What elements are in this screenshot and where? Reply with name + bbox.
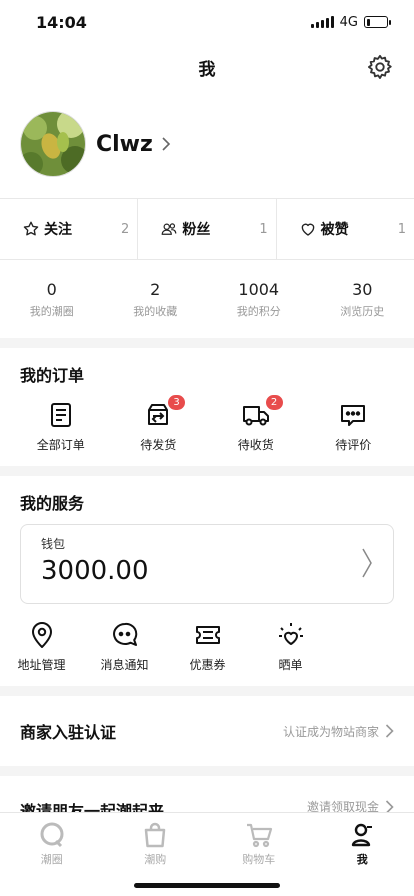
status-indicators: 4G xyxy=(310,14,391,30)
username[interactable]: Clwz xyxy=(96,132,153,157)
wallet-amount: 3000.00 xyxy=(41,556,149,586)
circle-icon xyxy=(40,822,64,848)
address-management-button[interactable]: 地址管理 xyxy=(0,620,83,673)
avatar[interactable] xyxy=(20,111,86,177)
stat-value: 1004 xyxy=(238,279,280,299)
stat-trend-circle[interactable]: 0 我的潮圈 xyxy=(0,260,104,338)
chevron-right-icon xyxy=(162,137,170,151)
stat-label: 浏览历史 xyxy=(340,304,385,318)
profile-header[interactable]: Clwz xyxy=(0,90,414,198)
location-pin-icon xyxy=(31,622,52,648)
status-time: 14:04 xyxy=(36,12,87,32)
merchant-certification-row[interactable]: 商家入驻认证 认证成为物站商家 xyxy=(0,696,414,766)
cart-icon xyxy=(246,823,272,848)
orders-title: 我的订单 xyxy=(20,366,85,385)
chevron-right-icon xyxy=(362,548,372,578)
service-label: 晒单 xyxy=(278,658,303,672)
stat-points[interactable]: 1004 我的积分 xyxy=(207,260,311,338)
user-stats: 0 我的潮圈 2 我的收藏 1004 我的积分 30 浏览历史 xyxy=(0,260,414,338)
tab-label: 购物车 xyxy=(242,853,276,866)
tab-label: 潮圈 xyxy=(40,853,63,866)
follow-label: 关注 xyxy=(44,222,72,238)
fans-count: 1 xyxy=(259,221,268,237)
tab-me[interactable]: 我 xyxy=(311,813,414,896)
services-title: 我的服务 xyxy=(20,494,85,513)
merchant-link: 认证成为物站商家 xyxy=(282,724,379,739)
coupons-button[interactable]: 优惠券 xyxy=(166,620,249,673)
services-section: 我的服务 钱包 3000.00 地址管理 消息通知 优惠券 晒单 xyxy=(0,476,414,686)
gear-icon[interactable] xyxy=(366,53,394,81)
signal-icon xyxy=(310,16,334,28)
tab-label: 潮购 xyxy=(144,853,167,866)
service-label: 消息通知 xyxy=(100,658,149,672)
battery-icon xyxy=(364,16,391,28)
service-label: 地址管理 xyxy=(17,658,66,672)
share-order-button[interactable]: 晒单 xyxy=(249,620,332,673)
stat-label: 我的潮圈 xyxy=(29,304,74,318)
order-label: 全部订单 xyxy=(36,438,85,452)
stat-value: 0 xyxy=(46,279,57,299)
stat-favorites[interactable]: 2 我的收藏 xyxy=(104,260,208,338)
social-stats: 关注 2 粉丝 1 被赞 1 xyxy=(0,198,414,260)
document-icon xyxy=(50,403,71,427)
tab-bar: 潮圈 潮购 购物车 我 xyxy=(0,812,414,896)
star-icon xyxy=(23,221,39,236)
chevron-right-icon xyxy=(385,724,394,738)
users-icon xyxy=(161,223,177,235)
home-indicator xyxy=(134,883,280,888)
heart-icon xyxy=(301,223,314,236)
order-label: 待收货 xyxy=(237,438,274,452)
order-to-ship-button[interactable]: 3 待发货 xyxy=(110,395,208,453)
page-title: 我 xyxy=(198,59,216,80)
nav-bar: 我 xyxy=(0,44,414,90)
follow-count: 2 xyxy=(121,221,130,237)
tab-trend-circle[interactable]: 潮圈 xyxy=(0,813,104,896)
tab-label: 我 xyxy=(356,853,368,866)
orders-section: 我的订单 全部订单 3 待发货 2 待收货 待评价 xyxy=(0,348,414,466)
follow-button[interactable]: 关注 2 xyxy=(0,199,139,259)
bag-icon xyxy=(145,822,166,848)
fans-label: 粉丝 xyxy=(182,222,211,238)
order-label: 待发货 xyxy=(140,438,177,452)
order-to-receive-button[interactable]: 2 待收货 xyxy=(207,395,305,453)
likes-count: 1 xyxy=(397,221,406,237)
stat-history[interactable]: 30 浏览历史 xyxy=(311,260,414,338)
merchant-title: 商家入驻认证 xyxy=(20,723,117,742)
order-label: 待评价 xyxy=(335,438,372,452)
order-badge: 2 xyxy=(265,395,283,410)
fans-button[interactable]: 粉丝 1 xyxy=(138,199,277,259)
order-badge: 3 xyxy=(168,395,185,410)
order-to-review-button[interactable]: 待评价 xyxy=(305,400,403,453)
sun-heart-icon xyxy=(278,623,303,645)
wallet-card[interactable]: 钱包 3000.00 xyxy=(20,524,394,604)
coupon-icon xyxy=(195,626,220,644)
battery-level xyxy=(366,18,371,26)
stat-value: 30 xyxy=(352,279,373,299)
service-label: 优惠券 xyxy=(189,658,226,672)
status-bar: 14:04 4G xyxy=(0,0,414,44)
stat-label: 我的积分 xyxy=(236,304,281,318)
wallet-label: 钱包 xyxy=(41,537,66,551)
avatar-image xyxy=(21,112,85,176)
order-all-button[interactable]: 全部订单 xyxy=(12,400,110,453)
network-label: 4G xyxy=(339,14,358,30)
notifications-button[interactable]: 消息通知 xyxy=(83,620,166,673)
stat-value: 2 xyxy=(150,279,161,299)
profile-icon xyxy=(352,823,373,847)
stat-label: 我的收藏 xyxy=(133,304,178,318)
chat-dots-icon xyxy=(341,405,366,426)
message-bubble-icon xyxy=(112,622,137,646)
likes-button[interactable]: 被赞 1 xyxy=(277,199,414,259)
likes-label: 被赞 xyxy=(320,222,349,238)
